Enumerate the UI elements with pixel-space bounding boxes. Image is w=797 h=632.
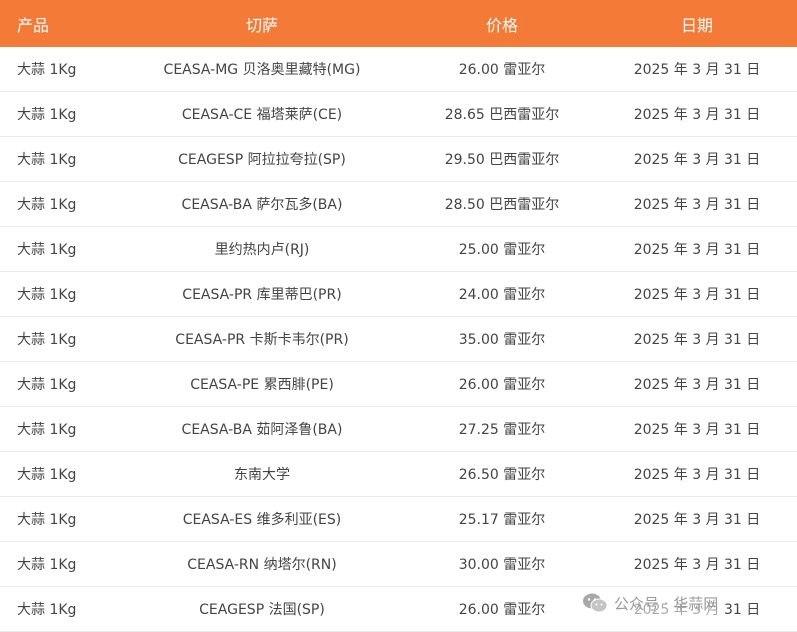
cell-product: 大蒜 1Kg — [17, 332, 77, 348]
header-price[interactable]: 价格 — [407, 12, 597, 36]
table-row: 大蒜 1Kg CEASA-RN 纳塔尔(RN) 30.00 雷亚尔 2025 年 3 … — [0, 542, 797, 587]
table-row: 大蒜 1Kg CEASA-PR 库里蒂巴(PR) 24.00 雷亚尔 2025 年 3… — [0, 272, 797, 317]
table-row: 大蒜 1Kg 东南大学 26.50 雷亚尔 2025 年 3 月 31 日 — [0, 452, 797, 497]
cell-product: 大蒜 1Kg — [17, 467, 77, 483]
cell-product: 大蒜 1Kg — [17, 422, 77, 438]
header-date[interactable]: 日期 — [597, 12, 797, 36]
cell-price: 26.00 雷亚尔 — [458, 62, 546, 78]
table-row: 大蒜 1Kg CEASA-MG 贝洛奥里藏特(MG) 26.00 雷亚尔 2025 年… — [0, 47, 797, 92]
cell-date: 2025 年 3 月 31 日 — [633, 197, 761, 213]
cell-date: 2025 年 3 月 31 日 — [633, 332, 761, 348]
table-row: 大蒜 1Kg CEASA-PR 卡斯卡韦尔(PR) 35.00 雷亚尔 2025 年 … — [0, 317, 797, 362]
cell-market: CEAGESP 阿拉拉夸拉(SP) — [178, 152, 346, 168]
table-row: 大蒜 1Kg CEASA-BA 茹阿泽鲁(BA) 27.25 雷亚尔 2025 年 3… — [0, 407, 797, 452]
cell-price: 26.50 雷亚尔 — [458, 467, 546, 483]
cell-market: CEASA-BA 萨尔瓦多(BA) — [181, 197, 343, 213]
cell-product: 大蒜 1Kg — [17, 512, 77, 528]
cell-market: 东南大学 — [234, 467, 290, 483]
watermark: 公众号 · 华蒜网 — [578, 590, 723, 616]
cell-date: 2025 年 3 月 31 日 — [633, 107, 761, 123]
table-row: 大蒜 1Kg CEASA-CE 福塔莱萨(CE) 28.65 巴西雷亚尔 2025 年… — [0, 92, 797, 137]
cell-date: 2025 年 3 月 31 日 — [633, 377, 761, 393]
table-row: 大蒜 1Kg 里约热内卢(RJ) 25.00 雷亚尔 2025 年 3 月 31 日 — [0, 227, 797, 272]
cell-product: 大蒜 1Kg — [17, 107, 77, 123]
cell-product: 大蒜 1Kg — [17, 197, 77, 213]
cell-market: 里约热内卢(RJ) — [214, 242, 310, 258]
wechat-icon — [583, 593, 608, 613]
cell-market: CEASA-ES 维多利亚(ES) — [182, 512, 342, 528]
cell-market: CEAGESP 法国(SP) — [199, 602, 325, 618]
cell-market: CEASA-PR 库里蒂巴(PR) — [182, 287, 342, 303]
cell-price: 26.00 雷亚尔 — [458, 377, 546, 393]
cell-price: 27.25 雷亚尔 — [458, 422, 546, 438]
cell-date: 2025 年 3 月 31 日 — [633, 152, 761, 168]
cell-date: 2025 年 3 月 31 日 — [633, 242, 761, 258]
cell-market: CEASA-MG 贝洛奥里藏特(MG) — [163, 62, 361, 78]
cell-market: CEASA-PE 累西腓(PE) — [190, 377, 334, 393]
cell-market: CEASA-CE 福塔莱萨(CE) — [181, 107, 343, 123]
cell-market: CEASA-RN 纳塔尔(RN) — [187, 557, 337, 573]
cell-price: 28.50 巴西雷亚尔 — [444, 197, 560, 213]
cell-price: 30.00 雷亚尔 — [458, 557, 546, 573]
price-table: 产品 切萨 价格 日期 大蒜 1Kg CEASA-MG 贝洛奥里藏特(MG) 26.… — [0, 0, 797, 632]
cell-price: 26.00 雷亚尔 — [458, 602, 546, 618]
cell-product: 大蒜 1Kg — [17, 152, 77, 168]
cell-date: 2025 年 3 月 31 日 — [633, 287, 761, 303]
watermark-text: 公众号 · 华蒜网 — [614, 594, 719, 613]
cell-price: 28.65 巴西雷亚尔 — [444, 107, 560, 123]
cell-price: 25.17 雷亚尔 — [458, 512, 546, 528]
cell-product: 大蒜 1Kg — [17, 242, 77, 258]
table-row: 大蒜 1Kg CEASA-PE 累西腓(PE) 26.00 雷亚尔 2025 年 3 … — [0, 362, 797, 407]
cell-date: 2025 年 3 月 31 日 — [633, 422, 761, 438]
header-product[interactable]: 产品 — [0, 12, 117, 36]
cell-product: 大蒜 1Kg — [17, 602, 77, 618]
cell-date: 2025 年 3 月 31 日 — [633, 557, 761, 573]
cell-price: 35.00 雷亚尔 — [458, 332, 546, 348]
cell-price: 29.50 巴西雷亚尔 — [444, 152, 560, 168]
table-header: 产品 切萨 价格 日期 — [0, 0, 797, 47]
table-row: 大蒜 1Kg CEASA-ES 维多利亚(ES) 25.17 雷亚尔 2025 年 3… — [0, 497, 797, 542]
cell-product: 大蒜 1Kg — [17, 62, 77, 78]
cell-market: CEASA-PR 卡斯卡韦尔(PR) — [175, 332, 349, 348]
cell-product: 大蒜 1Kg — [17, 377, 77, 393]
cell-date: 2025 年 3 月 31 日 — [633, 467, 761, 483]
cell-price: 24.00 雷亚尔 — [458, 287, 546, 303]
table-row: 大蒜 1Kg CEAGESP 阿拉拉夸拉(SP) 29.50 巴西雷亚尔 2025 年… — [0, 137, 797, 182]
table-row: 大蒜 1Kg CEASA-BA 萨尔瓦多(BA) 28.50 巴西雷亚尔 2025 年… — [0, 182, 797, 227]
cell-market: CEASA-BA 茹阿泽鲁(BA) — [181, 422, 343, 438]
cell-date: 2025 年 3 月 31 日 — [633, 62, 761, 78]
cell-date: 2025 年 3 月 31 日 — [633, 512, 761, 528]
cell-price: 25.00 雷亚尔 — [458, 242, 546, 258]
table-body: 大蒜 1Kg CEASA-MG 贝洛奥里藏特(MG) 26.00 雷亚尔 2025 年… — [0, 47, 797, 632]
header-market[interactable]: 切萨 — [117, 12, 407, 36]
cell-product: 大蒜 1Kg — [17, 557, 77, 573]
cell-product: 大蒜 1Kg — [17, 287, 77, 303]
